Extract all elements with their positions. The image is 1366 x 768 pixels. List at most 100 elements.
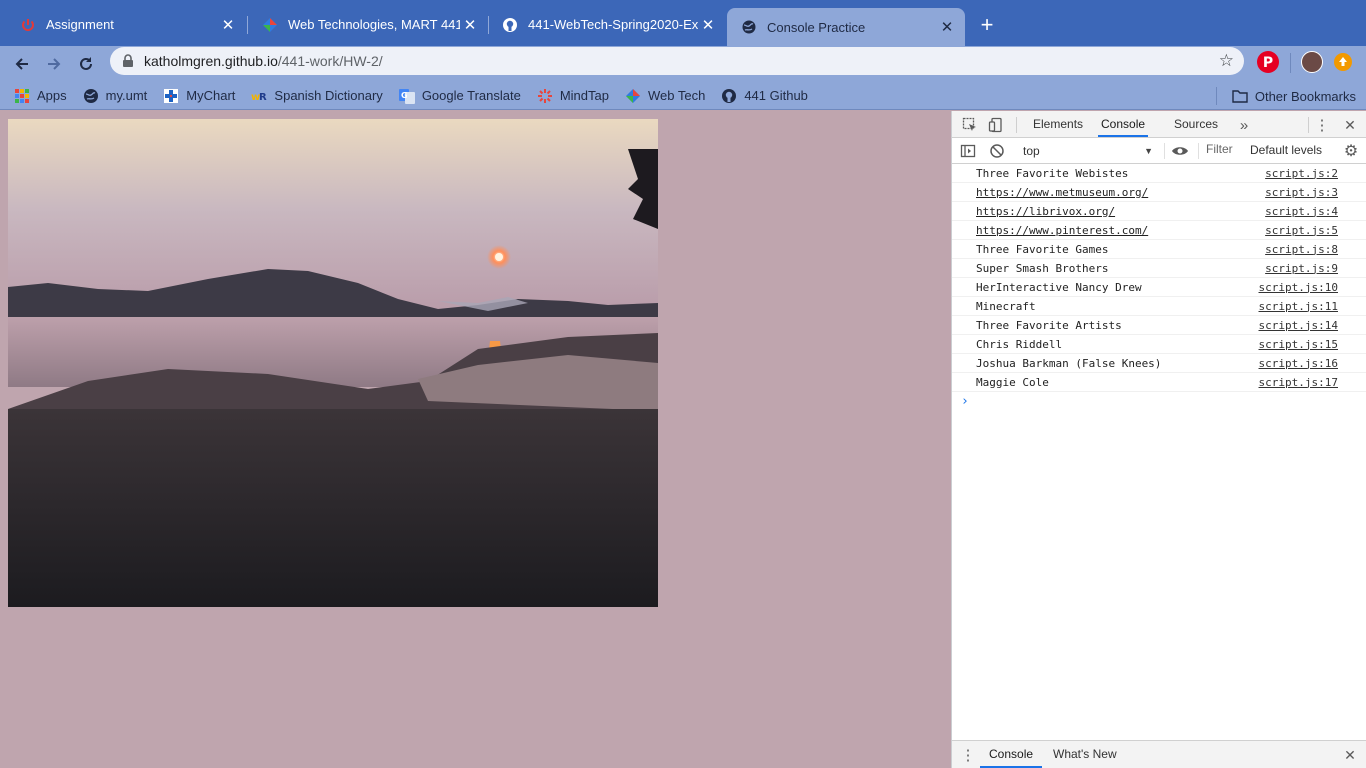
console-message-link[interactable]: https://www.metmuseum.org/	[976, 186, 1148, 199]
console-message-text: Minecraft	[976, 299, 1036, 313]
filter-input[interactable]: Filter	[1206, 142, 1233, 156]
mychart-icon	[164, 88, 179, 103]
tab-title: 441-WebTech-Spring2020-Exa	[528, 17, 698, 32]
more-tabs-chevron-icon[interactable]: »	[1234, 115, 1254, 135]
console-messages: Three Favorite Webistes script.js:2 http…	[952, 164, 1366, 412]
bookmark-label: Google Translate	[421, 88, 521, 103]
bookmark-google-translate[interactable]: G Google Translate	[398, 85, 521, 107]
globe-icon	[741, 19, 757, 35]
browser-toolbar: katholmgren.github.io/441-work/HW-2/ ☆ P	[0, 46, 1366, 82]
svg-text:R: R	[259, 92, 267, 103]
tab-title: Console Practice	[767, 19, 866, 35]
eye-icon[interactable]	[1170, 141, 1190, 161]
pinterest-extension-icon[interactable]: P	[1257, 51, 1279, 73]
url-host: katholmgren.github.io	[144, 53, 278, 69]
bookmark-spanish-dictionary[interactable]: wR Spanish Dictionary	[251, 85, 382, 107]
reload-button[interactable]	[72, 50, 100, 78]
console-message: Three Favorite Artists script.js:14	[952, 316, 1366, 335]
inspect-element-icon[interactable]	[960, 115, 980, 135]
console-message-source[interactable]: script.js:3	[1265, 186, 1338, 199]
kebab-menu-icon[interactable]: ⋮	[1312, 115, 1332, 135]
devtools-divider	[1164, 143, 1165, 159]
back-arrow-icon	[15, 58, 28, 70]
profile-avatar[interactable]	[1301, 51, 1323, 73]
github-icon	[502, 17, 518, 33]
console-toolbar: top ▼ Filter Default levels ⚙	[952, 138, 1366, 164]
tab-console-practice[interactable]: Console Practice ✕	[727, 8, 965, 46]
bookmark-mindtap[interactable]: MindTap	[537, 85, 609, 107]
drawer-tab-whats-new[interactable]: What's New	[1053, 741, 1117, 768]
lock-icon	[123, 54, 133, 67]
close-icon[interactable]: ✕	[460, 15, 480, 35]
console-message-text: Three Favorite Games	[976, 242, 1109, 256]
bookmark-mychart[interactable]: MyChart	[163, 85, 235, 107]
console-message-source[interactable]: script.js:16	[1259, 357, 1338, 370]
devtools-divider	[1016, 117, 1017, 133]
forward-button[interactable]	[40, 50, 68, 78]
url-text: katholmgren.github.io/441-work/HW-2/	[144, 53, 383, 69]
page-viewport	[0, 111, 951, 768]
close-icon[interactable]: ✕	[218, 15, 238, 35]
console-message-source[interactable]: script.js:4	[1265, 205, 1338, 218]
close-icon[interactable]: ✕	[1340, 745, 1360, 765]
console-message-source[interactable]: script.js:2	[1265, 167, 1338, 180]
console-message: https://librivox.org/ script.js:4	[952, 202, 1366, 221]
tab-github-repo[interactable]: 441-WebTech-Spring2020-Exa ✕	[488, 8, 726, 41]
tab-assignment[interactable]: Assignment ✕	[6, 8, 246, 41]
context-selector[interactable]: top ▼	[1019, 141, 1159, 161]
console-input-prompt[interactable]: ›	[952, 392, 1366, 412]
tab-web-technologies[interactable]: Web Technologies, MART 441 | ✕	[248, 8, 488, 41]
console-message-source[interactable]: script.js:5	[1265, 224, 1338, 237]
bookmark-other-bookmarks[interactable]: Other Bookmarks	[1232, 85, 1356, 107]
console-message-link[interactable]: https://librivox.org/	[976, 205, 1115, 218]
console-message: https://www.pinterest.com/ script.js:5	[952, 221, 1366, 240]
console-message-source[interactable]: script.js:10	[1259, 281, 1338, 294]
bookmarks-bar: Apps my.umt MyChart wR Spanish Dictionar…	[0, 82, 1366, 110]
new-tab-button[interactable]: +	[976, 14, 998, 36]
console-message-source[interactable]: script.js:11	[1259, 300, 1338, 313]
tab-console[interactable]: Console	[1098, 111, 1149, 137]
console-message-text: Chris Riddell	[976, 337, 1063, 351]
tab-elements[interactable]: Elements	[1033, 111, 1083, 137]
folder-icon	[1232, 90, 1248, 103]
clear-console-icon[interactable]	[987, 141, 1007, 161]
devtools-panel: Elements Console Sources » ⋮ ✕ top ▼ Fil…	[951, 111, 1366, 768]
wr-icon: wR	[251, 92, 267, 103]
close-icon[interactable]: ✕	[698, 15, 718, 35]
apps-grid-icon	[15, 88, 29, 103]
console-message-source[interactable]: script.js:15	[1259, 338, 1338, 351]
sidebar-toggle-icon[interactable]	[958, 141, 978, 161]
log-levels-dropdown[interactable]: Default levels	[1250, 143, 1322, 157]
bookmark-star-icon[interactable]: ☆	[1219, 51, 1234, 71]
console-message-source[interactable]: script.js:9	[1265, 262, 1338, 275]
bookmark-apps[interactable]: Apps	[14, 85, 67, 107]
svg-text:G: G	[401, 91, 408, 100]
close-icon[interactable]: ✕	[937, 17, 957, 37]
dropdown-caret-icon: ▼	[1144, 146, 1153, 156]
console-message-source[interactable]: script.js:17	[1259, 376, 1338, 389]
console-message: Joshua Barkman (False Knees) script.js:1…	[952, 354, 1366, 373]
console-message: Three Favorite Webistes script.js:2	[952, 164, 1366, 183]
console-message-link[interactable]: https://www.pinterest.com/	[976, 224, 1148, 237]
tab-sources[interactable]: Sources	[1174, 111, 1218, 137]
bookmark-my-umt[interactable]: my.umt	[83, 85, 148, 107]
console-message-source[interactable]: script.js:14	[1259, 319, 1338, 332]
kebab-menu-icon[interactable]: ⋮	[958, 745, 978, 765]
drawer-tab-console[interactable]: Console	[980, 741, 1043, 768]
update-icon[interactable]	[1334, 53, 1352, 71]
device-toolbar-icon[interactable]	[986, 115, 1006, 135]
bookmark-441-github[interactable]: 441 Github	[721, 85, 808, 107]
bookmarks-divider	[1216, 87, 1217, 105]
console-message-text: Super Smash Brothers	[976, 261, 1109, 275]
devtools-drawer: ⋮ Console What's New ✕	[952, 740, 1366, 768]
back-button[interactable]	[8, 50, 36, 78]
bookmark-label: my.umt	[105, 88, 148, 103]
svg-text:P: P	[1263, 55, 1273, 71]
bookmark-web-tech[interactable]: Web Tech	[625, 85, 705, 107]
console-message: Minecraft script.js:11	[952, 297, 1366, 316]
console-message-source[interactable]: script.js:8	[1265, 243, 1338, 256]
address-bar[interactable]: katholmgren.github.io/441-work/HW-2/ ☆	[110, 47, 1244, 75]
console-message-text: Joshua Barkman (False Knees)	[976, 356, 1162, 370]
gear-icon[interactable]: ⚙	[1341, 141, 1361, 161]
close-icon[interactable]: ✕	[1340, 115, 1360, 135]
